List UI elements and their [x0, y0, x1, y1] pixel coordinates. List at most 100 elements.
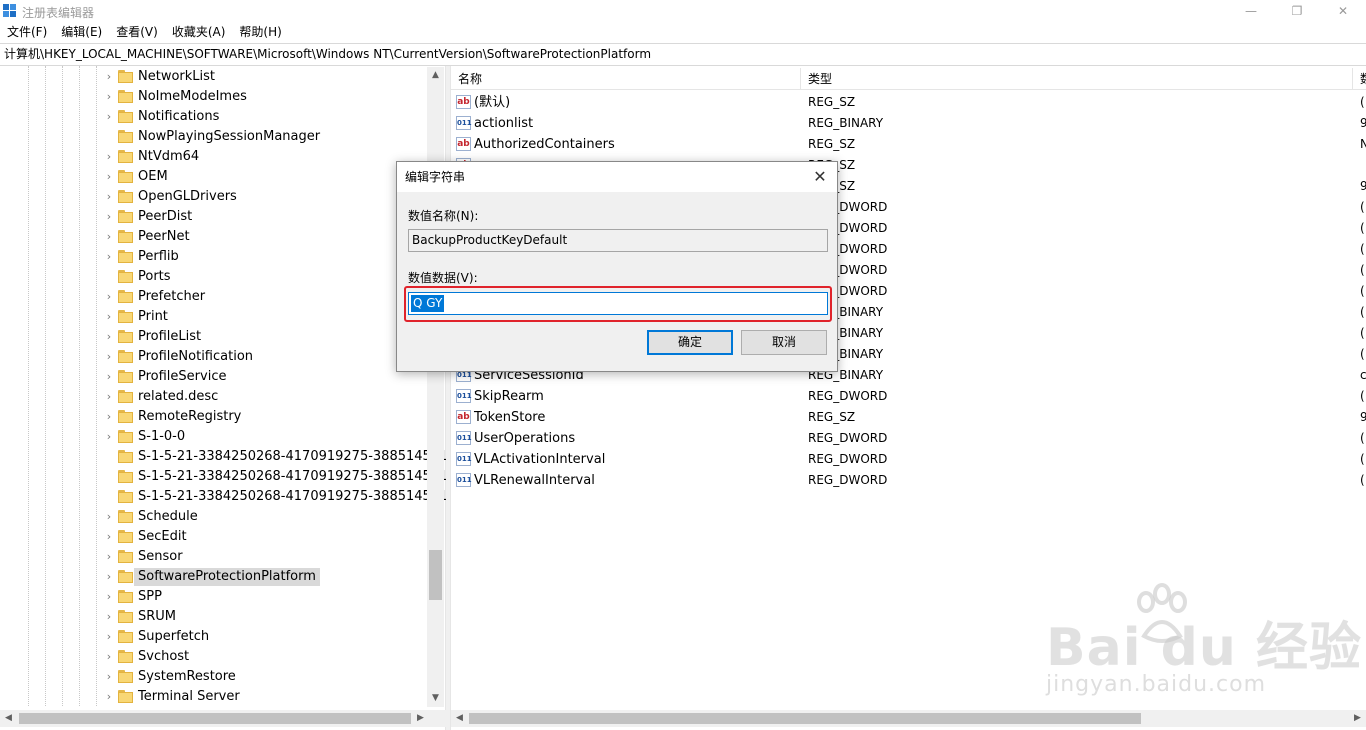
tree-item[interactable]: › Svchost [0, 647, 428, 667]
value-row[interactable]: 011 VLRenewalInterval REG_DWORD ( [452, 470, 1366, 491]
chevron-right-icon[interactable]: › [104, 151, 114, 163]
chevron-right-icon[interactable]: › [104, 291, 114, 303]
scroll-right-icon[interactable]: ▶ [412, 710, 429, 727]
tree-item[interactable]: S-1-5-21-3384250268-4170919275-388514541… [0, 467, 477, 487]
value-row[interactable]: 011 UserOperations REG_DWORD ( [452, 428, 1366, 449]
menu-help[interactable]: 帮助(H) [232, 22, 288, 42]
tree-item[interactable]: › OEM [0, 167, 428, 187]
tree-item[interactable]: › PeerNet [0, 227, 428, 247]
scroll-right-icon[interactable]: ▶ [1349, 710, 1366, 727]
scroll-thumb[interactable] [469, 713, 1141, 724]
folder-icon [118, 350, 133, 364]
tree-item[interactable]: › Prefetcher [0, 287, 428, 307]
dialog-close-icon[interactable]: ✕ [809, 166, 831, 188]
value-data: ( [1360, 389, 1365, 403]
tree-item[interactable]: › OpenGLDrivers [0, 187, 428, 207]
tree-item[interactable]: › SystemRestore [0, 667, 428, 687]
chevron-right-icon[interactable]: › [104, 191, 114, 203]
value-row[interactable]: ab (默认) REG_SZ ( [452, 92, 1366, 113]
column-name[interactable]: 名称 [450, 68, 482, 90]
tree-item[interactable]: › Terminal Server [0, 687, 428, 707]
column-type[interactable]: 类型 [800, 68, 832, 90]
chevron-right-icon[interactable]: › [104, 631, 114, 643]
tree-item[interactable]: › related.desc [0, 387, 428, 407]
scroll-up-icon[interactable]: ▲ [427, 67, 444, 84]
tree-item[interactable]: Ports [0, 267, 428, 287]
chevron-right-icon[interactable]: › [104, 171, 114, 183]
list-header: 名称 类型 数 [450, 68, 1366, 90]
tree-item[interactable]: › Sensor [0, 547, 428, 567]
tree-item[interactable]: › PeerDist [0, 207, 428, 227]
tree-item[interactable]: › SPP [0, 587, 428, 607]
chevron-right-icon[interactable]: › [104, 511, 114, 523]
chevron-right-icon[interactable]: › [104, 71, 114, 83]
scroll-left-icon[interactable]: ◀ [0, 710, 17, 727]
binary-value-icon: 011 [456, 116, 472, 130]
tree-horizontal-scrollbar[interactable]: ◀ ▶ [0, 710, 446, 727]
menu-edit[interactable]: 编辑(E) [54, 22, 109, 42]
chevron-right-icon[interactable]: › [104, 611, 114, 623]
value-data: ( [1360, 347, 1365, 361]
close-button[interactable]: ✕ [1320, 0, 1366, 22]
chevron-right-icon[interactable]: › [104, 371, 114, 383]
chevron-right-icon[interactable]: › [104, 211, 114, 223]
chevron-right-icon[interactable]: › [104, 91, 114, 103]
chevron-right-icon[interactable]: › [104, 231, 114, 243]
tree-item[interactable]: › S-1-0-0 [0, 427, 428, 447]
scroll-thumb[interactable] [429, 550, 442, 600]
cancel-button[interactable]: 取消 [741, 330, 827, 355]
tree-item[interactable]: › ProfileService [0, 367, 428, 387]
tree-item[interactable]: S-1-5-21-3384250268-4170919275-388514541… [0, 447, 477, 467]
chevron-right-icon[interactable]: › [104, 391, 114, 403]
tree-item[interactable]: S-1-5-21-3384250268-4170919275-388514541… [0, 487, 477, 507]
chevron-right-icon[interactable]: › [104, 411, 114, 423]
chevron-right-icon[interactable]: › [104, 571, 114, 583]
chevron-right-icon[interactable]: › [104, 671, 114, 683]
scroll-down-icon[interactable]: ▼ [427, 690, 444, 707]
maximize-button[interactable]: ❐ [1274, 0, 1320, 22]
menu-favorites[interactable]: 收藏夹(A) [165, 22, 233, 42]
tree-item[interactable]: › Schedule [0, 507, 428, 527]
tree-item[interactable]: › Print [0, 307, 428, 327]
value-row[interactable]: 011 actionlist REG_BINARY 9 [452, 113, 1366, 134]
chevron-right-icon[interactable]: › [104, 531, 114, 543]
chevron-right-icon[interactable]: › [104, 251, 114, 263]
value-row[interactable]: 011 VLActivationInterval REG_DWORD ( [452, 449, 1366, 470]
ok-button[interactable]: 确定 [647, 330, 733, 355]
chevron-right-icon[interactable]: › [104, 311, 114, 323]
tree-item[interactable]: › NtVdm64 [0, 147, 428, 167]
menu-view[interactable]: 查看(V) [109, 22, 165, 42]
chevron-right-icon[interactable]: › [104, 651, 114, 663]
column-data[interactable]: 数 [1352, 68, 1366, 90]
tree-item[interactable]: NowPlayingSessionManager [0, 127, 428, 147]
tree-item[interactable]: › RemoteRegistry [0, 407, 428, 427]
tree-item[interactable]: › Perflib [0, 247, 428, 267]
value-row[interactable]: ab AuthorizedContainers REG_SZ N [452, 134, 1366, 155]
scroll-thumb[interactable] [19, 713, 411, 724]
chevron-right-icon[interactable]: › [104, 111, 114, 123]
list-horizontal-scrollbar[interactable]: ◀ ▶ [451, 710, 1366, 727]
tree-item[interactable]: › Notifications [0, 107, 428, 127]
tree-item[interactable]: › SecEdit [0, 527, 428, 547]
value-row[interactable]: ab TokenStore REG_SZ 9 [452, 407, 1366, 428]
scroll-left-icon[interactable]: ◀ [451, 710, 468, 727]
tree-item[interactable]: › ProfileNotification [0, 347, 428, 367]
chevron-right-icon[interactable]: › [104, 351, 114, 363]
chevron-right-icon[interactable]: › [104, 431, 114, 443]
value-data: ( [1360, 284, 1365, 298]
tree-item[interactable]: › NetworkList [0, 67, 428, 87]
chevron-right-icon[interactable]: › [104, 551, 114, 563]
tree-item[interactable]: › SoftwareProtectionPlatform [0, 567, 428, 587]
address-bar[interactable]: 计算机\HKEY_LOCAL_MACHINE\SOFTWARE\Microsof… [0, 43, 1366, 66]
chevron-right-icon[interactable]: › [104, 591, 114, 603]
value-data: N [1360, 137, 1366, 151]
tree-item[interactable]: › SRUM [0, 607, 428, 627]
tree-item[interactable]: › Superfetch [0, 627, 428, 647]
tree-item[interactable]: › NoImeModeImes [0, 87, 428, 107]
minimize-button[interactable]: — [1228, 0, 1274, 22]
tree-item[interactable]: › ProfileList [0, 327, 428, 347]
chevron-right-icon[interactable]: › [104, 691, 114, 703]
chevron-right-icon[interactable]: › [104, 331, 114, 343]
value-row[interactable]: 011 SkipRearm REG_DWORD ( [452, 386, 1366, 407]
menu-file[interactable]: 文件(F) [0, 22, 54, 42]
